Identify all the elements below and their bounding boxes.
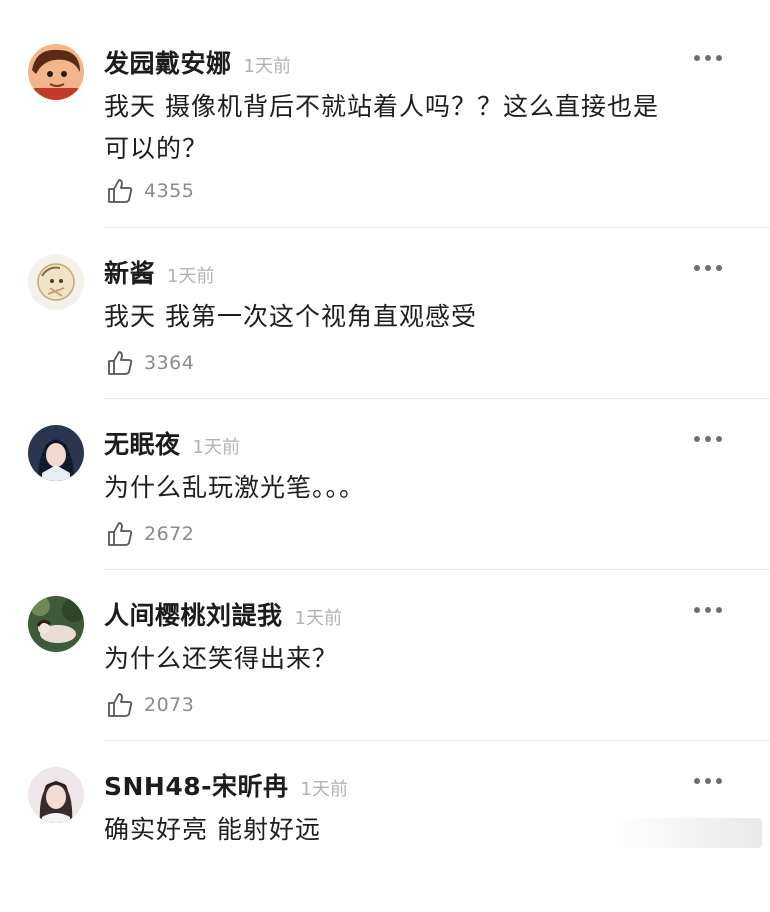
comment-text-line: 我天 摄像机背后不就站着人吗？？这么直接也是 (104, 92, 659, 121)
username[interactable]: 新酱 (104, 254, 155, 290)
comment-text: 我天 摄像机背后不就站着人吗？？这么直接也是 可以的？ (104, 86, 724, 170)
avatar[interactable] (28, 767, 84, 823)
more-dots-icon[interactable] (694, 52, 722, 64)
comment-item: 新酱 1天前 我天 我第一次这个视角直观感受 3364 (0, 228, 770, 399)
username[interactable]: 无眠夜 (104, 425, 181, 461)
timestamp: 1天前 (192, 437, 240, 458)
like-count: 2672 (144, 523, 195, 545)
comment-item: 无眠夜 1天前 为什么乱玩激光笔。。。 2672 (0, 399, 770, 570)
more-dots-icon[interactable] (694, 433, 722, 445)
like-button[interactable]: 2073 (106, 690, 194, 720)
comment-text: 我天 我第一次这个视角直观感受 (104, 296, 724, 338)
comment-list: 发园戴安娜 1天前 我天 摄像机背后不就站着人吗？？这么直接也是 可以的？ 43… (0, 0, 770, 856)
comment-header: 人间樱桃刘諟我 1天前 (104, 596, 342, 630)
avatar[interactable] (28, 425, 84, 481)
comment-text: 为什么还笑得出来？ (104, 638, 724, 680)
timestamp: 1天前 (167, 266, 215, 287)
avatar[interactable] (28, 44, 84, 100)
like-count: 2073 (144, 694, 195, 716)
timestamp: 1天前 (300, 779, 348, 800)
username[interactable]: SNH48-宋昕冉 (104, 767, 289, 803)
more-dots-icon[interactable] (694, 775, 722, 787)
thumbs-up-icon (106, 349, 134, 377)
comment-item: 发园戴安娜 1天前 我天 摄像机背后不就站着人吗？？这么直接也是 可以的？ 43… (0, 0, 770, 228)
username[interactable]: 人间樱桃刘諟我 (104, 596, 283, 632)
comment-header: 无眠夜 1天前 (104, 425, 240, 459)
more-dots-icon[interactable] (694, 262, 722, 274)
like-button[interactable]: 2672 (106, 519, 194, 549)
comment-header: 新酱 1天前 (104, 254, 214, 288)
comment-text-line: 我天 我第一次这个视角直观感受 (104, 302, 477, 331)
timestamp: 1天前 (243, 56, 291, 77)
comment-header: 发园戴安娜 1天前 (104, 44, 291, 78)
timestamp: 1天前 (294, 608, 342, 629)
username[interactable]: 发园戴安娜 (104, 44, 232, 80)
comment-text-line: 可以的？ (104, 134, 209, 163)
watermark (612, 818, 762, 848)
thumbs-up-icon (106, 520, 134, 548)
comment-header: SNH48-宋昕冉 1天前 (104, 767, 348, 801)
like-button[interactable]: 3364 (106, 348, 194, 378)
like-button[interactable]: 4355 (106, 176, 194, 206)
comment-text: 为什么乱玩激光笔。。。 (104, 467, 724, 509)
like-count: 3364 (144, 352, 195, 374)
like-count: 4355 (144, 180, 195, 202)
thumbs-up-icon (106, 691, 134, 719)
comment-text-line: 为什么还笑得出来？ (104, 644, 339, 673)
avatar[interactable] (28, 596, 84, 652)
more-dots-icon[interactable] (694, 604, 722, 616)
avatar[interactable] (28, 254, 84, 310)
thumbs-up-icon (106, 177, 134, 205)
comment-item: 人间樱桃刘諟我 1天前 为什么还笑得出来？ 2073 (0, 570, 770, 741)
comment-text-line: 为什么乱玩激光笔。。。 (104, 473, 366, 502)
